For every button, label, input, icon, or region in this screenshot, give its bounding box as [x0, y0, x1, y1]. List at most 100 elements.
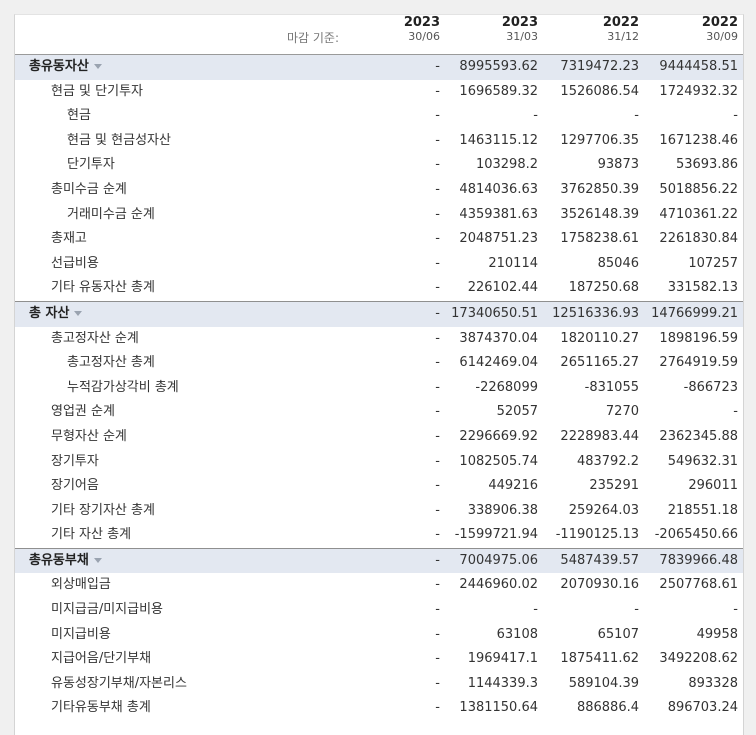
table-row: 누적감가상각비 총계 - -2268099 -831055 -866723 — [15, 376, 743, 401]
row-label: 현금 — [67, 104, 91, 129]
row-label: 총유동자산 — [29, 55, 102, 80]
value-cell: - — [435, 675, 440, 691]
row-label-text: 총고정자산 순계 — [51, 330, 139, 346]
row-label-text: 기타 유동자산 총계 — [51, 280, 155, 296]
column-header-3[interactable]: 2022 31/12 — [539, 15, 639, 44]
row-label: 영업권 순계 — [51, 400, 115, 425]
value-cell: 331582.13 — [667, 280, 738, 296]
value-cell: 3526148.39 — [560, 206, 639, 222]
row-label-text: 현금 및 현금성자산 — [67, 132, 171, 148]
value-cell: - — [435, 428, 440, 444]
column-date: 31/03 — [506, 30, 538, 43]
value-cell: 187250.68 — [568, 280, 639, 296]
value-cell: 218551.18 — [667, 502, 738, 518]
value-cell: -2268099 — [475, 379, 538, 395]
table-row: 기타유동부채 총계 - 1381150.64 886886.4 896703.24 — [15, 696, 743, 721]
row-label-text: 누적감가상각비 총계 — [67, 379, 179, 395]
value-cell: 3492208.62 — [659, 651, 738, 667]
value-cell: 1381150.64 — [459, 700, 538, 716]
column-header-1[interactable]: 2023 30/06 — [340, 15, 440, 44]
value-cell: 1671238.46 — [659, 132, 738, 148]
row-label-text: 지급어음/단기부채 — [51, 651, 152, 667]
value-cell: -1190125.13 — [555, 527, 639, 543]
row-label: 장기투자 — [51, 450, 99, 475]
table-row: 총고정자산 순계 - 3874370.04 1820110.27 1898196.59 — [15, 327, 743, 352]
row-label: 지급어음/단기부채 — [51, 647, 151, 672]
value-cell: 7270 — [605, 404, 639, 420]
value-cell: 1696589.32 — [459, 83, 538, 99]
row-label-text: 총유동부채 — [29, 552, 89, 568]
value-cell: - — [435, 379, 440, 395]
row-label-text: 미지급비용 — [51, 626, 111, 642]
value-cell: 896703.24 — [667, 700, 738, 716]
column-year: 2022 — [602, 15, 639, 30]
value-cell: 338906.38 — [467, 502, 538, 518]
value-cell: 2296669.92 — [459, 428, 538, 444]
value-cell: 235291 — [589, 478, 639, 494]
value-cell: 886886.4 — [576, 700, 639, 716]
table-row: 외상매입금 - 2446960.02 2070930.16 2507768.61 — [15, 573, 743, 598]
row-label: 무형자산 순계 — [51, 425, 127, 450]
column-header-2[interactable]: 2023 31/03 — [438, 15, 538, 44]
value-cell: 1144339.3 — [467, 675, 538, 691]
row-label-text: 단기투자 — [67, 157, 115, 173]
table-row: 현금 및 단기투자 - 1696589.32 1526086.54 1724932.32 — [15, 80, 743, 105]
row-label-text: 총고정자산 총계 — [67, 355, 155, 371]
value-cell: 8995593.62 — [459, 59, 538, 74]
value-cell: - — [435, 502, 440, 518]
chevron-down-icon[interactable] — [93, 64, 102, 69]
value-cell: - — [733, 108, 738, 124]
value-cell: - — [435, 577, 440, 593]
column-header-4[interactable]: 2022 30/09 — [638, 15, 738, 44]
row-label-text: 장기어음 — [51, 478, 99, 494]
row-label-text: 선급비용 — [51, 255, 99, 271]
section-row[interactable]: 총유동자산 - 8995593.62 7319472.23 9444458.51 — [15, 55, 743, 80]
row-label: 총미수금 순계 — [51, 178, 127, 203]
chevron-down-icon[interactable] — [74, 310, 83, 316]
value-cell: 9444458.51 — [659, 59, 738, 74]
section-row[interactable]: 총 자산 -17340650.51 12516336.93 14766999.21 — [15, 300, 743, 327]
value-cell: - — [533, 602, 538, 618]
column-date: 30/06 — [408, 30, 440, 43]
value-cell: - — [435, 552, 440, 568]
column-year: 2023 — [403, 15, 440, 30]
table-row: 미지급금/미지급비용 - - - - — [15, 598, 743, 623]
value-cell: - — [435, 602, 440, 618]
table-row: 기타 장기자산 총계 - 338906.38 259264.03 218551.18 — [15, 499, 743, 524]
value-cell: 7004975.06 — [459, 552, 538, 568]
value-cell: 52057 — [496, 404, 538, 420]
value-cell: 2048751.23 — [459, 231, 538, 247]
value-cell: - — [435, 108, 440, 124]
table-row: 선급비용 - 210114 85046 107257 — [15, 252, 743, 277]
value-cell: - — [435, 404, 440, 420]
value-cell: 63108 — [496, 626, 538, 642]
value-cell: 5018856.22 — [659, 181, 738, 197]
value-cell: - — [435, 280, 440, 296]
column-date: 30/09 — [706, 30, 738, 43]
value-cell: 210114 — [488, 255, 538, 271]
value-cell: - — [435, 305, 440, 321]
value-cell: 103298.2 — [475, 157, 538, 173]
row-label-text: 영업권 순계 — [51, 404, 115, 420]
value-cell: 2070930.16 — [560, 577, 639, 593]
chevron-down-icon[interactable] — [93, 557, 102, 563]
value-cell: 17340650.51 — [451, 305, 538, 321]
value-cell: -2065450.66 — [654, 527, 738, 543]
value-cell: 93873 — [597, 157, 639, 173]
value-cell: 2507768.61 — [659, 577, 738, 593]
column-year: 2023 — [501, 15, 538, 30]
value-cell: 1724932.32 — [659, 83, 738, 99]
column-year: 2022 — [701, 15, 738, 30]
table-row: 무형자산 순계 - 2296669.92 2228983.44 2362345.88 — [15, 425, 743, 450]
value-cell: 2362345.88 — [659, 428, 738, 444]
row-label: 총재고 — [51, 227, 87, 252]
value-cell: 2651165.27 — [560, 355, 639, 371]
value-cell: 589104.39 — [568, 675, 639, 691]
section-row[interactable]: 총유동부채 - 7004975.06 5487439.57 7839966.48 — [15, 547, 743, 574]
row-label: 총유동부채 — [29, 549, 102, 574]
table-row: 장기어음 - 449216 235291 296011 — [15, 474, 743, 499]
value-cell: 549632.31 — [667, 453, 738, 469]
value-cell: -866723 — [683, 379, 738, 395]
value-cell: 3874370.04 — [459, 330, 538, 346]
value-cell: - — [733, 404, 738, 420]
